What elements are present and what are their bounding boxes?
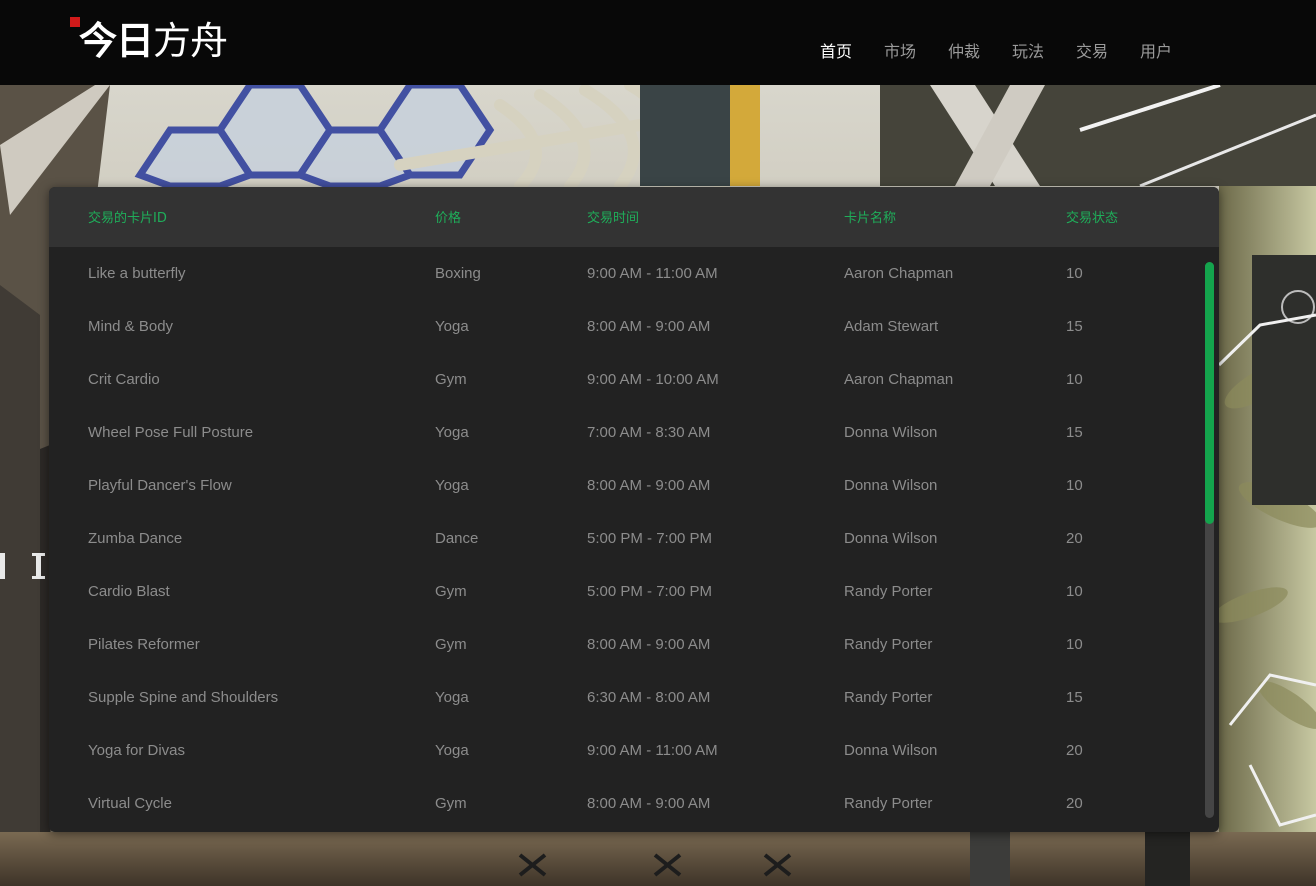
- cell-trade-status: 15: [1066, 318, 1083, 335]
- cell-card-id: Cardio Blast: [88, 583, 170, 600]
- column-header-trade-time[interactable]: 交易时间: [587, 207, 639, 226]
- table-row[interactable]: Virtual Cycle Gym 8:00 AM - 9:00 AM Rand…: [49, 777, 1199, 830]
- cell-card-id: Playful Dancer's Flow: [88, 477, 232, 494]
- cell-price: Yoga: [435, 742, 469, 759]
- nav-item-trade[interactable]: 交易: [1060, 38, 1124, 62]
- trade-table: 交易的卡片ID 价格 交易时间 卡片名称 交易状态 Like a butterf…: [49, 187, 1219, 832]
- cell-card-id: Yoga for Divas: [88, 742, 186, 759]
- cell-trade-status: 20: [1066, 742, 1083, 759]
- cell-card-name: Donna Wilson: [844, 742, 938, 759]
- table-row[interactable]: Cardio Blast Gym 5:00 PM - 7:00 PM Randy…: [49, 565, 1199, 618]
- table-header: 交易的卡片ID 价格 交易时间 卡片名称 交易状态: [49, 187, 1219, 247]
- cell-card-name: Randy Porter: [844, 689, 933, 706]
- cell-card-id: Supple Spine and Shoulders: [88, 689, 279, 706]
- cell-card-id: Wheel Pose Full Posture: [88, 424, 254, 441]
- nav-item-user[interactable]: 用户: [1124, 38, 1188, 62]
- cell-trade-time: 5:00 PM - 7:00 PM: [587, 530, 713, 547]
- cell-card-name: Randy Porter: [844, 636, 933, 653]
- column-header-trade-status[interactable]: 交易状态: [1066, 207, 1118, 226]
- cell-card-id: Virtual Cycle: [88, 795, 172, 812]
- cell-price: Yoga: [435, 424, 469, 441]
- top-navbar: 今日方舟 首页 市场 仲裁 玩法 交易 用户: [0, 0, 1316, 85]
- cell-card-name: Donna Wilson: [844, 530, 938, 547]
- cell-trade-time: 8:00 AM - 9:00 AM: [587, 795, 711, 812]
- cell-card-id: Like a butterfly: [88, 265, 186, 282]
- table-row[interactable]: Playful Dancer's Flow Yoga 8:00 AM - 9:0…: [49, 459, 1199, 512]
- cell-trade-time: 9:00 AM - 10:00 AM: [587, 371, 719, 388]
- nav-item-home[interactable]: 首页: [804, 38, 868, 62]
- cell-price: Gym: [435, 583, 467, 600]
- table-row[interactable]: Mind & Body Yoga 8:00 AM - 9:00 AM Adam …: [49, 300, 1199, 353]
- cell-card-name: Donna Wilson: [844, 424, 938, 441]
- nav-item-gameplay[interactable]: 玩法: [996, 38, 1060, 62]
- cell-trade-time: 6:30 AM - 8:00 AM: [587, 689, 711, 706]
- column-header-card-id[interactable]: 交易的卡片ID: [88, 207, 167, 226]
- table-row[interactable]: Like a butterfly Boxing 9:00 AM - 11:00 …: [49, 247, 1199, 300]
- table-row[interactable]: Yoga for Divas Yoga 9:00 AM - 11:00 AM D…: [49, 724, 1199, 777]
- cell-card-name: Donna Wilson: [844, 477, 938, 494]
- cell-price: Gym: [435, 795, 467, 812]
- table-row[interactable]: Crit Cardio Gym 9:00 AM - 10:00 AM Aaron…: [49, 353, 1199, 406]
- cell-trade-time: 9:00 AM - 11:00 AM: [587, 742, 718, 759]
- cell-trade-status: 10: [1066, 477, 1083, 494]
- cell-price: Gym: [435, 371, 467, 388]
- cell-card-id: Crit Cardio: [88, 371, 160, 388]
- cell-price: Yoga: [435, 318, 469, 335]
- cell-price: Yoga: [435, 477, 469, 494]
- table-row[interactable]: Pilates Reformer Gym 8:00 AM - 9:00 AM R…: [49, 618, 1199, 671]
- main-nav: 首页 市场 仲裁 玩法 交易 用户: [804, 38, 1188, 62]
- cell-price: Gym: [435, 636, 467, 653]
- table-row[interactable]: Supple Spine and Shoulders Yoga 6:30 AM …: [49, 671, 1199, 724]
- cell-card-id: Mind & Body: [88, 318, 174, 335]
- scrollbar-thumb[interactable]: [1205, 262, 1214, 524]
- cell-trade-time: 5:00 PM - 7:00 PM: [587, 583, 713, 600]
- table-row[interactable]: Wheel Pose Full Posture Yoga 7:00 AM - 8…: [49, 406, 1199, 459]
- cell-price: Yoga: [435, 689, 469, 706]
- column-header-card-name[interactable]: 卡片名称: [844, 207, 896, 226]
- cell-card-name: Aaron Chapman: [844, 371, 954, 388]
- cell-trade-time: 9:00 AM - 11:00 AM: [587, 265, 718, 282]
- cell-trade-time: 8:00 AM - 9:00 AM: [587, 318, 711, 335]
- cell-trade-status: 15: [1066, 424, 1083, 441]
- cell-card-name: Adam Stewart: [844, 318, 939, 335]
- cell-card-id: Zumba Dance: [88, 530, 183, 547]
- cell-trade-status: 15: [1066, 689, 1083, 706]
- cell-trade-status: 10: [1066, 371, 1083, 388]
- logo-text: 今日方舟: [79, 19, 228, 63]
- table-body: Like a butterfly Boxing 9:00 AM - 11:00 …: [49, 247, 1219, 832]
- cell-card-name: Randy Porter: [844, 583, 933, 600]
- cell-price: Boxing: [435, 265, 481, 282]
- cell-trade-status: 10: [1066, 265, 1083, 282]
- table-row[interactable]: Zumba Dance Dance 5:00 PM - 7:00 PM Donn…: [49, 512, 1199, 565]
- nav-item-market[interactable]: 市场: [868, 38, 932, 62]
- cell-trade-status: 10: [1066, 636, 1083, 653]
- cell-trade-time: 8:00 AM - 9:00 AM: [587, 477, 711, 494]
- scrollbar-track[interactable]: [1205, 262, 1214, 818]
- cell-price: Dance: [435, 530, 479, 547]
- logo[interactable]: 今日方舟: [70, 16, 228, 66]
- nav-item-arbitration[interactable]: 仲裁: [932, 38, 996, 62]
- column-header-price[interactable]: 价格: [435, 207, 461, 226]
- cell-trade-time: 7:00 AM - 8:30 AM: [587, 424, 711, 441]
- cell-card-name: Aaron Chapman: [844, 265, 954, 282]
- cell-trade-status: 20: [1066, 530, 1083, 547]
- cell-card-id: Pilates Reformer: [88, 636, 200, 653]
- cell-trade-status: 20: [1066, 795, 1083, 812]
- cell-trade-status: 10: [1066, 583, 1083, 600]
- cell-trade-time: 8:00 AM - 9:00 AM: [587, 636, 711, 653]
- cell-card-name: Randy Porter: [844, 795, 933, 812]
